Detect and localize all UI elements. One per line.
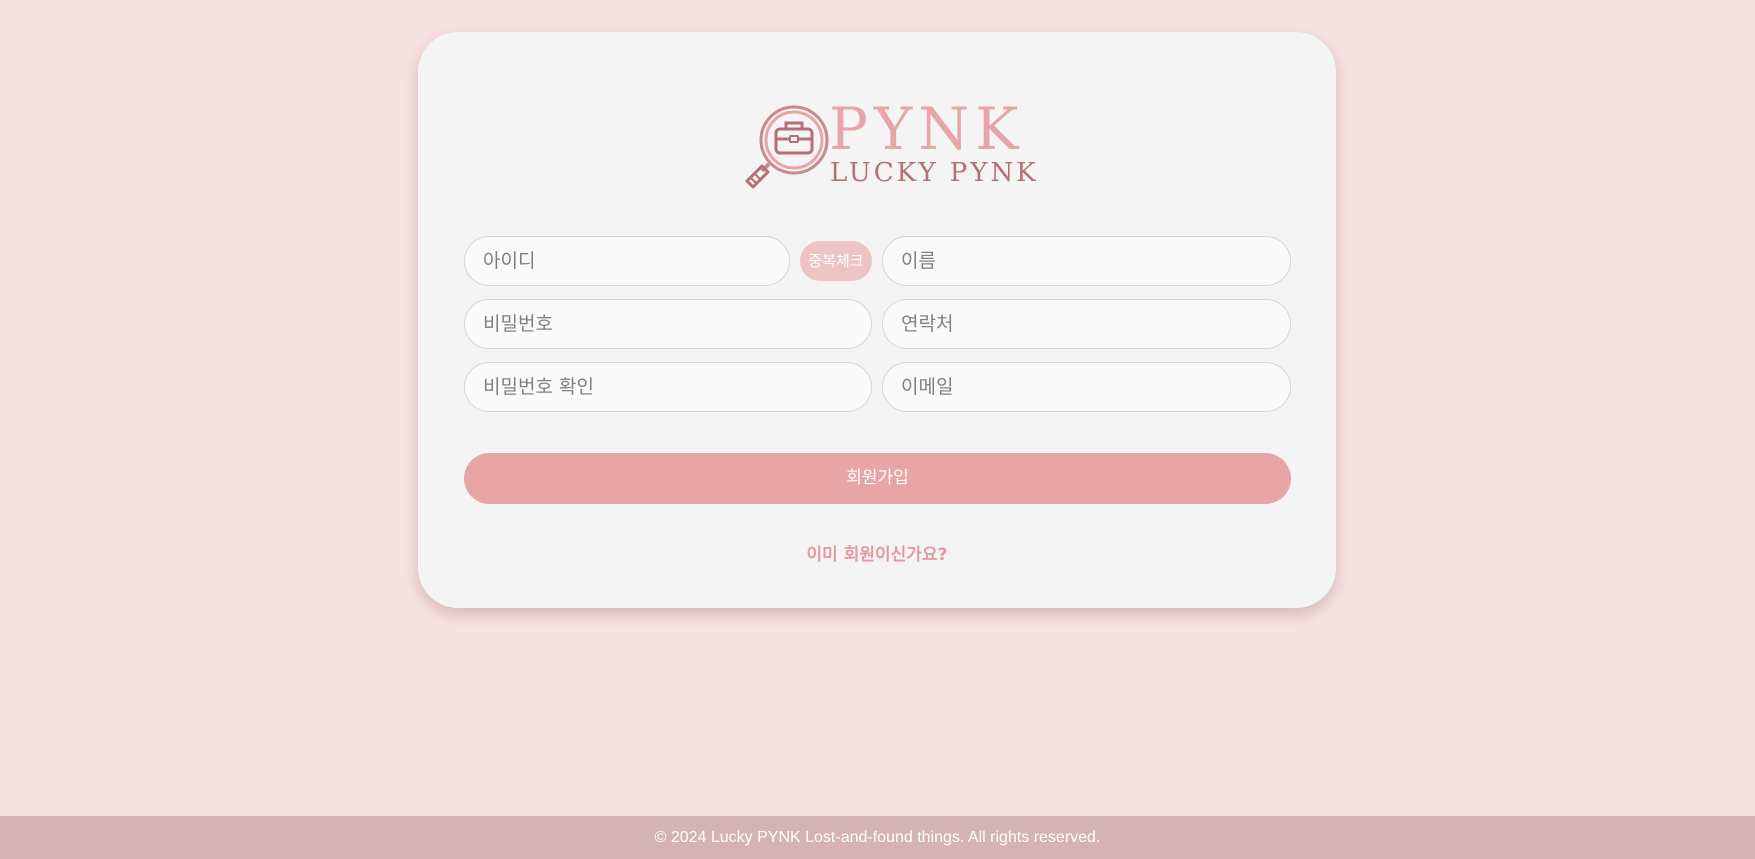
login-link-text[interactable]: 이미 회원이신가요? bbox=[807, 545, 948, 565]
magnifier-briefcase-icon bbox=[745, 105, 829, 189]
signup-button[interactable]: 회원가입 bbox=[464, 453, 1291, 504]
password-placeholder: 비밀번호 bbox=[483, 313, 553, 335]
signup-card: PYNK LUCKY PYNK 아이디 중복체크 이름 비밀번호 연락처 비밀번… bbox=[418, 32, 1336, 608]
phone-placeholder: 연락처 bbox=[901, 313, 954, 335]
login-link: 이미 회원이신가요? bbox=[418, 540, 1336, 565]
brand-logo: PYNK LUCKY PYNK bbox=[738, 100, 1039, 204]
footer: © 2024 Lucky PYNK Lost-and-found things.… bbox=[0, 816, 1755, 859]
id-input[interactable]: 아이디 bbox=[464, 236, 790, 286]
password-confirm-placeholder: 비밀번호 확인 bbox=[483, 376, 594, 398]
password-input[interactable]: 비밀번호 bbox=[464, 299, 872, 349]
name-placeholder: 이름 bbox=[901, 250, 936, 272]
signup-page: PYNK LUCKY PYNK 아이디 중복체크 이름 비밀번호 연락처 비밀번… bbox=[0, 0, 1755, 859]
id-placeholder: 아이디 bbox=[483, 250, 536, 272]
password-confirm-input[interactable]: 비밀번호 확인 bbox=[464, 362, 872, 412]
logo-subtitle: LUCKY PYNK bbox=[830, 158, 1039, 188]
phone-input[interactable]: 연락처 bbox=[882, 299, 1291, 349]
email-placeholder: 이메일 bbox=[901, 376, 954, 398]
duplicate-check-button[interactable]: 중복체크 bbox=[800, 241, 872, 281]
email-input[interactable]: 이메일 bbox=[882, 362, 1291, 412]
logo-title: PYNK bbox=[829, 95, 1025, 163]
name-input[interactable]: 이름 bbox=[882, 236, 1291, 286]
footer-copyright: © 2024 Lucky PYNK Lost-and-found things.… bbox=[654, 829, 1101, 846]
